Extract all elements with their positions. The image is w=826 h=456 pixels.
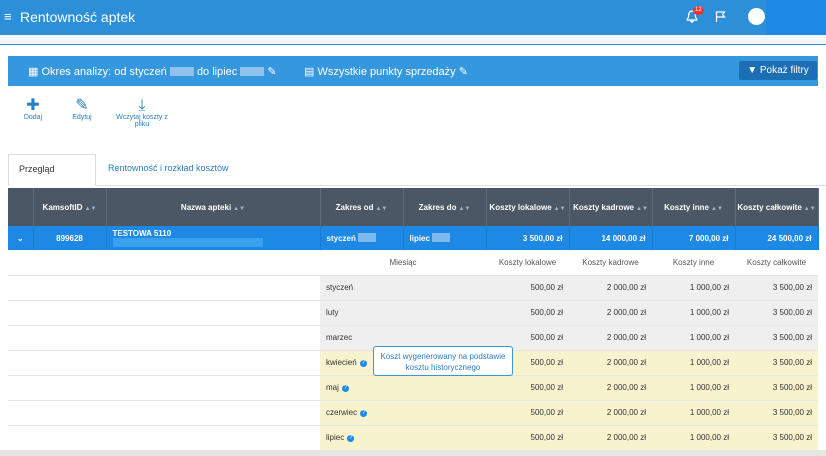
points-label: Wszystkie punkty sprzedaży <box>317 66 456 78</box>
column-header-staff-costs[interactable]: Koszty kadrowe ▲▼ <box>569 188 653 226</box>
add-button[interactable]: ✚ Dodaj <box>16 97 50 122</box>
list-item: maj? 500,00 zł 2 000,00 zł 1 000,00 zł 3 5… <box>8 375 818 401</box>
month-label: kwiecień <box>326 358 357 367</box>
question-icon[interactable]: ? <box>347 435 355 442</box>
question-icon[interactable]: ? <box>360 410 368 417</box>
column-header-kamsoftid[interactable]: KamsoftID ▲▼ <box>33 188 107 226</box>
other-costs-cell: 7 000,00 zł <box>652 226 736 250</box>
filter-bar: ▦ Okres analizy: od styczeń do lipiec ✎ … <box>8 56 818 86</box>
column-header-to[interactable]: Zakres do ▲▼ <box>403 188 487 226</box>
column-header-name[interactable]: Nazwa apteki ▲▼ <box>106 188 321 226</box>
menu-icon[interactable]: ≡ <box>4 9 12 24</box>
month-label: maj <box>326 383 339 392</box>
local-costs-header: Koszty lokalowe <box>486 250 569 276</box>
chevron-down-icon[interactable]: ⌄ <box>8 226 34 250</box>
list-item: czerwiec? 500,00 zł 2 000,00 zł 1 000,00 … <box>8 400 818 426</box>
month-label: luty <box>320 300 486 326</box>
redacted-year <box>169 67 194 76</box>
expand-column-header <box>8 188 34 226</box>
document-icon: ▤ <box>304 66 315 78</box>
download-icon: ⤓ <box>138 97 146 114</box>
app-title: Rentowność aptek <box>20 9 136 25</box>
month-label: czerwiec <box>326 408 358 417</box>
kamsoftid-cell: 899628 <box>33 226 107 250</box>
period-mid: do lipiec <box>196 66 238 78</box>
show-filters-button[interactable]: ▼ Pokaż filtry <box>739 61 817 80</box>
question-icon[interactable]: ? <box>359 360 367 367</box>
list-item: styczeń 500,00 zł 2 000,00 zł 1 000,00 zł… <box>8 275 818 301</box>
other-costs-header: Koszty inne <box>652 250 735 276</box>
history-cost-tooltip: Koszt wygenerowany na podstawie kosztu h… <box>373 346 513 376</box>
from-cell: styczeń <box>320 226 404 250</box>
column-header-from[interactable]: Zakres od ▲▼ <box>320 188 404 226</box>
detail-header-row: Miesiąc Koszty lokalowe Koszty kadrowe K… <box>8 250 818 276</box>
month-label: lipiec <box>326 433 345 442</box>
column-header-local-costs[interactable]: Koszty lokalowe ▲▼ <box>486 188 570 226</box>
plus-icon: ✚ <box>26 97 40 114</box>
period-filter[interactable]: ▦ Okres analizy: od styczeń do lipiec ✎ <box>28 65 277 78</box>
staff-costs-cell: 14 000,00 zł <box>569 226 653 250</box>
calendar-icon: ▦ <box>28 66 39 78</box>
tab-profitability[interactable]: Rentowność i rozkład kosztów <box>98 154 239 186</box>
local-costs-cell: 3 500,00 zł <box>486 226 570 250</box>
column-header-other-costs[interactable]: Koszty inne ▲▼ <box>652 188 736 226</box>
edit-icon[interactable]: ✎ <box>267 66 276 78</box>
staff-costs-header: Koszty kadrowe <box>569 250 652 276</box>
month-header: Miesiąc <box>320 250 486 276</box>
import-costs-button[interactable]: ⤓ Wczytaj koszty z pliku <box>113 97 171 129</box>
list-item: luty 500,00 zł 2 000,00 zł 1 000,00 zł 3 5… <box>8 300 818 326</box>
edit-icon: ✎ <box>75 97 89 114</box>
period-prefix: Okres analizy: od styczeń <box>41 66 167 78</box>
tab-cost-overview[interactable]: Przegląd kosztów <box>8 154 96 202</box>
list-item: lipiec? 500,00 zł 2 000,00 zł 1 000,00 zł… <box>8 425 818 451</box>
pharmacy-name-cell: TESTOWA 5110 <box>106 226 321 250</box>
costs-table: KamsoftID ▲▼ Nazwa apteki ▲▼ Zakres od ▲▼ Z… <box>8 188 819 451</box>
horizontal-scrollbar[interactable] <box>0 450 826 456</box>
to-cell: lipiec <box>403 226 487 250</box>
user-name-box[interactable] <box>766 0 826 35</box>
redacted-year <box>240 67 265 76</box>
header-strip <box>0 35 826 45</box>
total-costs-header: Koszty całkowite <box>735 250 818 276</box>
month-label: styczeń <box>320 275 486 301</box>
total-costs-cell: 24 500,00 zł <box>735 226 819 250</box>
question-icon[interactable]: ? <box>341 385 349 392</box>
table-row[interactable]: ⌄ 899628 TESTOWA 5110 styczeń lipiec 3 5… <box>8 226 819 250</box>
tab-bar: Przegląd kosztów Rentowność i rozkład ko… <box>8 154 826 202</box>
notification-badge: 12 <box>693 6 704 15</box>
edit-button[interactable]: ✎ Edytuj <box>64 97 100 122</box>
column-header-total-costs[interactable]: Koszty całkowite ▲▼ <box>735 188 819 226</box>
filter-icon: ▼ <box>747 65 758 76</box>
flag-icon[interactable] <box>715 11 726 23</box>
points-filter[interactable]: ▤ Wszystkie punkty sprzedaży ✎ <box>304 65 468 78</box>
avatar[interactable] <box>748 8 765 25</box>
edit-icon[interactable]: ✎ <box>459 66 468 78</box>
top-bar: ≡ Rentowność aptek 12 <box>0 0 826 35</box>
